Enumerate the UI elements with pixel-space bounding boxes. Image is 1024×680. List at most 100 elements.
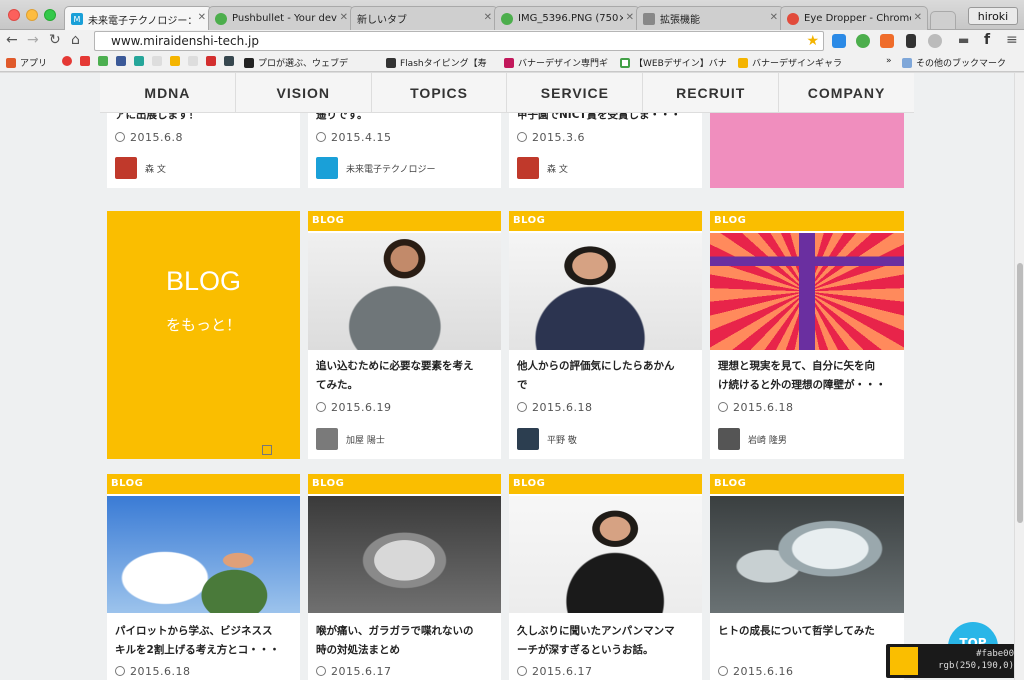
blog-card[interactable]: BLOG 喉が痛い、ガラガラで喋れないの 時の対処法まとめ 2015.6.17 — [308, 474, 501, 680]
article-card[interactable]: 甲子園でNICT賞を受賞しま・・・ 2015.3.6 森 文 — [509, 113, 702, 188]
minus-extension-icon[interactable]: ▬ — [958, 33, 969, 47]
close-tab-icon[interactable]: ✕ — [626, 12, 634, 23]
bookmark-icon-2[interactable] — [80, 56, 94, 66]
title-line-2: てみた。 — [316, 379, 358, 391]
maximize-window-icon[interactable] — [44, 9, 56, 21]
chart-extension-icon[interactable] — [880, 34, 894, 48]
author-name: 未来電子テクノロジー — [346, 164, 436, 175]
avatar — [517, 157, 539, 179]
bookmark-icon-5[interactable] — [134, 56, 148, 66]
nav-service[interactable]: SERVICE — [506, 73, 642, 112]
menu-icon[interactable]: ≡ — [1006, 32, 1018, 48]
close-tab-icon[interactable]: ✕ — [198, 12, 206, 23]
bookmark-banner-design[interactable]: バナーデザイン専門ギ — [504, 56, 608, 69]
home-icon[interactable]: ⌂ — [71, 32, 80, 48]
tab-extensions[interactable]: 拡張機能 ✕ — [636, 6, 784, 30]
chrome-store-favicon-icon — [787, 12, 799, 25]
close-tab-icon[interactable]: ✕ — [484, 12, 492, 23]
close-tab-icon[interactable]: ✕ — [340, 12, 348, 23]
close-tab-icon[interactable]: ✕ — [914, 12, 922, 23]
nav-company[interactable]: COMPANY — [778, 73, 914, 112]
bookmarks-overflow[interactable]: » — [886, 56, 892, 66]
article-photo — [308, 496, 501, 613]
download-extension-icon[interactable] — [832, 34, 846, 48]
tab-new-tab[interactable]: 新しいタブ ✕ — [350, 6, 498, 30]
tab-image[interactable]: IMG_5396.PNG (750×133 ✕ — [494, 6, 640, 30]
author-name: 加屋 陽士 — [346, 435, 385, 446]
bookmark-apps[interactable]: アプリ — [6, 56, 47, 69]
scrollbar-thumb[interactable] — [1017, 263, 1023, 523]
forward-icon[interactable]: → — [27, 32, 39, 48]
blog-card[interactable]: BLOG 久しぶりに聞いたアンパンマンマ ーチが深すぎるというお話。 2015.6… — [509, 474, 702, 680]
blog-card[interactable]: BLOG 理想と現実を見て、自分に矢を向 け続けると外の理想の障壁が・・・ 201… — [710, 211, 904, 459]
tab-miraidenshi[interactable]: M 未来電子テクノロジー：MI ✕ — [64, 6, 212, 31]
blog-card[interactable]: BLOG 追い込むために必要な要素を考え てみた。 2015.6.19 加屋 陽士 — [308, 211, 501, 459]
bookmark-favicon-icon — [62, 56, 72, 66]
article-date: 2015.6.17 — [517, 665, 592, 678]
article-date: 2015.6.18 — [718, 401, 793, 414]
tab-pushbullet[interactable]: Pushbullet - Your devices ✕ — [208, 6, 354, 30]
page-scrollbar[interactable] — [1014, 73, 1024, 680]
close-tab-icon[interactable]: ✕ — [770, 12, 778, 23]
bookmark-icon-3[interactable] — [98, 56, 112, 66]
image-favicon-icon — [501, 12, 513, 25]
bookmark-star-icon[interactable]: ★ — [806, 33, 819, 49]
article-photo — [308, 233, 501, 350]
profile-button[interactable]: hiroki — [968, 7, 1018, 25]
new-tab-button[interactable] — [930, 11, 956, 29]
date-text: 2015.6.18 — [733, 401, 794, 414]
site-navigation: MDNA VISION TOPICS SERVICE RECRUIT COMPA… — [100, 73, 914, 113]
reload-icon[interactable]: ↻ — [49, 32, 61, 48]
eyedropper-extension-icon[interactable] — [906, 34, 916, 48]
bookmark-label: その他のブックマーク — [916, 59, 1007, 69]
bookmark-icon-7[interactable] — [170, 56, 184, 66]
circle-extension-icon[interactable] — [928, 34, 942, 48]
bookmark-favicon-icon — [738, 57, 748, 68]
nav-recruit[interactable]: RECRUIT — [642, 73, 778, 112]
article-card[interactable]: アに出展します！ 2015.6.8 森 文 — [107, 113, 300, 188]
article-title: 甲子園でNICT賞を受賞しま・・・ — [517, 113, 682, 121]
minimize-window-icon[interactable] — [26, 9, 38, 21]
nav-mdna[interactable]: MDNA — [100, 73, 235, 112]
url-bar[interactable]: www.miraidenshi-tech.jp ★ — [94, 31, 824, 51]
title-line-2: ーチが深すぎるというお話。 — [517, 644, 654, 656]
bookmark-flash-typing[interactable]: Flashタイピング【寿 — [386, 56, 487, 69]
expand-square-icon — [262, 445, 272, 455]
date-text: 2015.6.17 — [532, 665, 593, 678]
article-date: 2015.6.16 — [718, 665, 793, 678]
facebook-extension-icon[interactable]: f — [984, 32, 990, 48]
article-card[interactable]: 遥りです。 2015.4.15 未来電子テクノロジー — [308, 113, 501, 188]
article-photo — [710, 496, 904, 613]
bookmark-web-design[interactable]: 【WEBデザイン】バナ — [620, 56, 727, 69]
bookmark-label: バナーデザインギャラ — [752, 59, 843, 69]
title-line-2: キルを2割上げる考え方とコ・・・ — [115, 644, 280, 656]
blog-card[interactable]: BLOG パイロットから学ぶ、ビジネスス キルを2割上げる考え方とコ・・・ 201… — [107, 474, 300, 680]
bookmark-icon-6[interactable] — [152, 56, 166, 66]
pink-tile[interactable] — [710, 113, 904, 188]
bookmark-icon-1[interactable] — [62, 56, 76, 66]
pushbullet-extension-icon[interactable] — [856, 34, 870, 48]
bookmark-icon-4[interactable] — [116, 56, 130, 66]
blog-card[interactable]: BLOG 他人からの評価気にしたらあかんで 2015.6.18 平野 敬 — [509, 211, 702, 459]
bookmark-icon-9[interactable] — [206, 56, 220, 66]
date-text: 2015.6.18 — [130, 665, 191, 678]
blog-more-heading: BLOG — [165, 266, 242, 296]
bookmark-icon-10[interactable] — [224, 56, 238, 66]
tab-title: Eye Dropper - Chrome — [804, 13, 911, 24]
tab-eye-dropper[interactable]: Eye Dropper - Chrome ✕ — [780, 6, 928, 30]
blog-card[interactable]: BLOG ヒトの成長について哲学してみた 2015.6.16 — [710, 474, 904, 680]
nav-topics[interactable]: TOPICS — [370, 73, 507, 112]
bookmark-banner-gallery[interactable]: バナーデザインギャラ — [738, 56, 842, 69]
article-author: 平野 敬 — [517, 428, 577, 450]
url-text: www.miraidenshi-tech.jp — [111, 34, 259, 48]
bookmark-favicon-icon — [98, 56, 108, 66]
back-icon[interactable]: ← — [6, 32, 18, 48]
blog-more-tile[interactable]: BLOG をもっと！ — [107, 211, 300, 459]
article-author: 森 文 — [517, 157, 568, 179]
other-bookmarks[interactable]: その他のブックマーク — [902, 56, 1006, 69]
apps-grid-icon — [6, 57, 16, 68]
close-window-icon[interactable] — [8, 9, 20, 21]
bookmark-pro[interactable]: プロが選ぶ、ウェブデ — [244, 56, 348, 69]
bookmark-icon-8[interactable] — [188, 56, 202, 66]
nav-vision[interactable]: VISION — [234, 73, 371, 112]
